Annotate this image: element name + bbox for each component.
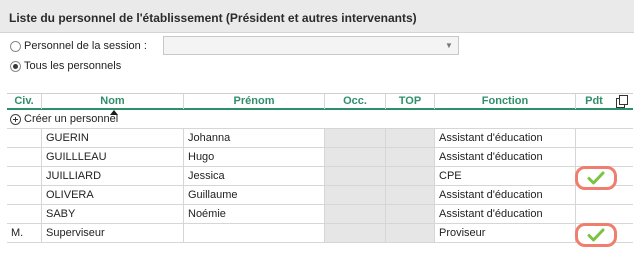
- table-body: GUERIN Johanna Assistant d'éducation GUILLL…: [7, 129, 633, 243]
- cell-prenom[interactable]: Hugo: [184, 148, 325, 166]
- checkmark-icon: [587, 171, 605, 185]
- cell-occ[interactable]: [325, 224, 386, 242]
- column-header-prenom[interactable]: Prénom: [184, 94, 325, 109]
- cell-top[interactable]: [386, 148, 435, 166]
- cell-occ[interactable]: [325, 167, 386, 185]
- checkmark-icon: [587, 228, 605, 242]
- cell-prenom[interactable]: Johanna: [184, 129, 325, 147]
- table-row[interactable]: OLIVERA Guillaume Assistant d'éducation: [7, 186, 633, 205]
- cell-fonction[interactable]: CPE: [435, 167, 576, 185]
- table-row[interactable]: GUILLLEAU Hugo Assistant d'éducation: [7, 148, 633, 167]
- create-personnel-label: Créer un personnel: [24, 113, 119, 125]
- cell-fonction[interactable]: Assistant d'éducation: [435, 129, 576, 147]
- cell-fonction[interactable]: Assistant d'éducation: [435, 148, 576, 166]
- cell-occ[interactable]: [325, 186, 386, 204]
- column-header-occ[interactable]: Occ.: [325, 94, 386, 109]
- cell-top[interactable]: [386, 224, 435, 242]
- cell-nom[interactable]: SABY: [42, 205, 184, 223]
- cell-nom[interactable]: GUERIN: [42, 129, 184, 147]
- column-header-nom[interactable]: Nom: [42, 94, 184, 115]
- cell-civ[interactable]: [7, 186, 42, 204]
- cell-top[interactable]: [386, 129, 435, 147]
- column-header-fonction[interactable]: Fonction: [435, 94, 576, 109]
- president-check-badge[interactable]: [575, 166, 617, 190]
- column-header-label: Nom: [100, 95, 125, 107]
- cell-pdt[interactable]: [576, 205, 612, 223]
- cell-civ[interactable]: M.: [7, 224, 42, 242]
- cell-top[interactable]: [386, 186, 435, 204]
- cell-prenom[interactable]: Guillaume: [184, 186, 325, 204]
- cell-nom[interactable]: OLIVERA: [42, 186, 184, 204]
- president-check-badge[interactable]: [575, 223, 617, 247]
- table-header: Civ. Nom Prénom Occ. TOP Fonction Pdt: [7, 93, 633, 115]
- cell-fonction[interactable]: Proviseur: [435, 224, 576, 242]
- cell-occ[interactable]: [325, 148, 386, 166]
- column-header-civ[interactable]: Civ.: [7, 94, 42, 109]
- radio-tous-personnels[interactable]: Tous les personnels: [10, 58, 121, 74]
- radio-label: Personnel de la session :: [24, 40, 147, 52]
- column-header-top[interactable]: TOP: [386, 94, 435, 109]
- cell-civ[interactable]: [7, 129, 42, 147]
- radio-label: Tous les personnels: [24, 60, 122, 72]
- sort-ascending-icon: [109, 110, 118, 115]
- column-header-pdt[interactable]: Pdt: [576, 94, 612, 109]
- radio-button[interactable]: [10, 60, 21, 72]
- panel-title: Liste du personnel de l'établissement (P…: [9, 11, 417, 25]
- create-personnel-button[interactable]: Créer un personnel: [7, 110, 633, 129]
- radio-button[interactable]: [10, 40, 21, 52]
- plus-circle-icon[interactable]: [10, 113, 21, 125]
- cell-civ[interactable]: [7, 148, 42, 166]
- cell-top[interactable]: [386, 167, 435, 185]
- cell-occ[interactable]: [325, 205, 386, 223]
- cell-nom[interactable]: Superviseur: [42, 224, 184, 242]
- cell-pdt[interactable]: [576, 129, 612, 147]
- table-row[interactable]: SABY Noémie Assistant d'éducation: [7, 205, 633, 224]
- cell-prenom[interactable]: Noémie: [184, 205, 325, 223]
- chevron-down-icon[interactable]: ▼: [440, 37, 458, 54]
- cell-prenom[interactable]: [184, 224, 325, 242]
- table-row[interactable]: GUERIN Johanna Assistant d'éducation: [7, 129, 633, 148]
- cell-fonction[interactable]: Assistant d'éducation: [435, 186, 576, 204]
- cell-civ[interactable]: [7, 205, 42, 223]
- cell-top[interactable]: [386, 205, 435, 223]
- personnel-table: Civ. Nom Prénom Occ. TOP Fonction Pdt Cr…: [7, 93, 633, 243]
- cell-nom[interactable]: GUILLLEAU: [42, 148, 184, 166]
- panel-header: Liste du personnel de l'établissement (P…: [0, 0, 634, 33]
- cell-prenom[interactable]: Jessica: [184, 167, 325, 185]
- radio-personnel-session[interactable]: Personnel de la session :: [10, 38, 147, 54]
- cell-nom[interactable]: JUILLIARD: [42, 167, 184, 185]
- cell-fonction[interactable]: Assistant d'éducation: [435, 205, 576, 223]
- session-select[interactable]: ▼: [163, 36, 459, 55]
- cell-civ[interactable]: [7, 167, 42, 185]
- cell-occ[interactable]: [325, 129, 386, 147]
- cell-pdt[interactable]: [576, 148, 612, 166]
- table-row[interactable]: M. Superviseur Proviseur: [7, 224, 633, 243]
- table-row[interactable]: JUILLIARD Jessica CPE: [7, 167, 633, 186]
